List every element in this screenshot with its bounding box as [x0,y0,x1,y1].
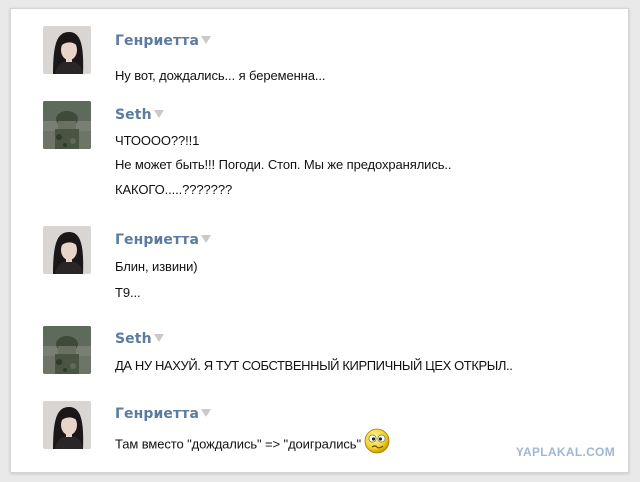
soldier-avatar-icon [43,101,91,149]
dropdown-caret-icon[interactable] [201,235,211,243]
message-text: Там вместо "дождались" => "доигрались" [115,428,391,458]
dropdown-caret-icon[interactable] [153,110,164,118]
message-text: Ну вот, дождались... я беременна... [115,68,326,83]
female-avatar-icon [43,26,91,74]
author-name[interactable]: Генриетта [115,33,211,49]
message-text: ЧТОООО??!!1 [115,133,200,148]
avatar[interactable] [43,226,91,274]
female-avatar-icon [43,401,91,449]
author-name[interactable]: Seth [115,331,164,347]
soldier-avatar-icon [43,326,91,374]
dropdown-caret-icon[interactable] [153,334,164,342]
message-text: Блин, извини) [115,259,198,274]
avatar[interactable] [43,101,91,149]
author-name[interactable]: Seth [115,107,164,123]
author-name-label[interactable]: Генриетта [115,406,199,422]
message-text: Т9... [115,285,141,300]
author-name-label[interactable]: Seth [115,331,152,347]
message-text: ДА НУ НАХУЙ. Я ТУТ СОБСТВЕННЫЙ КИРПИЧНЫЙ… [115,358,513,373]
avatar[interactable] [43,26,91,74]
message-text-content: Там вместо "дождались" => "доигрались" [115,436,361,452]
avatar[interactable] [43,401,91,449]
avatar[interactable] [43,326,91,374]
female-avatar-icon [43,226,91,274]
message-text: КАКОГО.....??????? [115,182,233,197]
dropdown-caret-icon[interactable] [201,36,211,44]
author-name-label[interactable]: Seth [115,107,152,123]
author-name-label[interactable]: Генриетта [115,232,199,248]
dropdown-caret-icon[interactable] [201,409,211,417]
author-name-label[interactable]: Генриетта [115,33,199,49]
author-name[interactable]: Генриетта [115,406,211,422]
message-text: Не может быть!!! Погоди. Стоп. Мы же пре… [115,157,452,172]
author-name[interactable]: Генриетта [115,232,211,248]
message-history: Генриетта Ну вот, дождались... я беремен… [10,8,629,473]
watermark: YAPLAKAL.COM [515,445,615,459]
confused-smiley-icon [363,428,391,454]
